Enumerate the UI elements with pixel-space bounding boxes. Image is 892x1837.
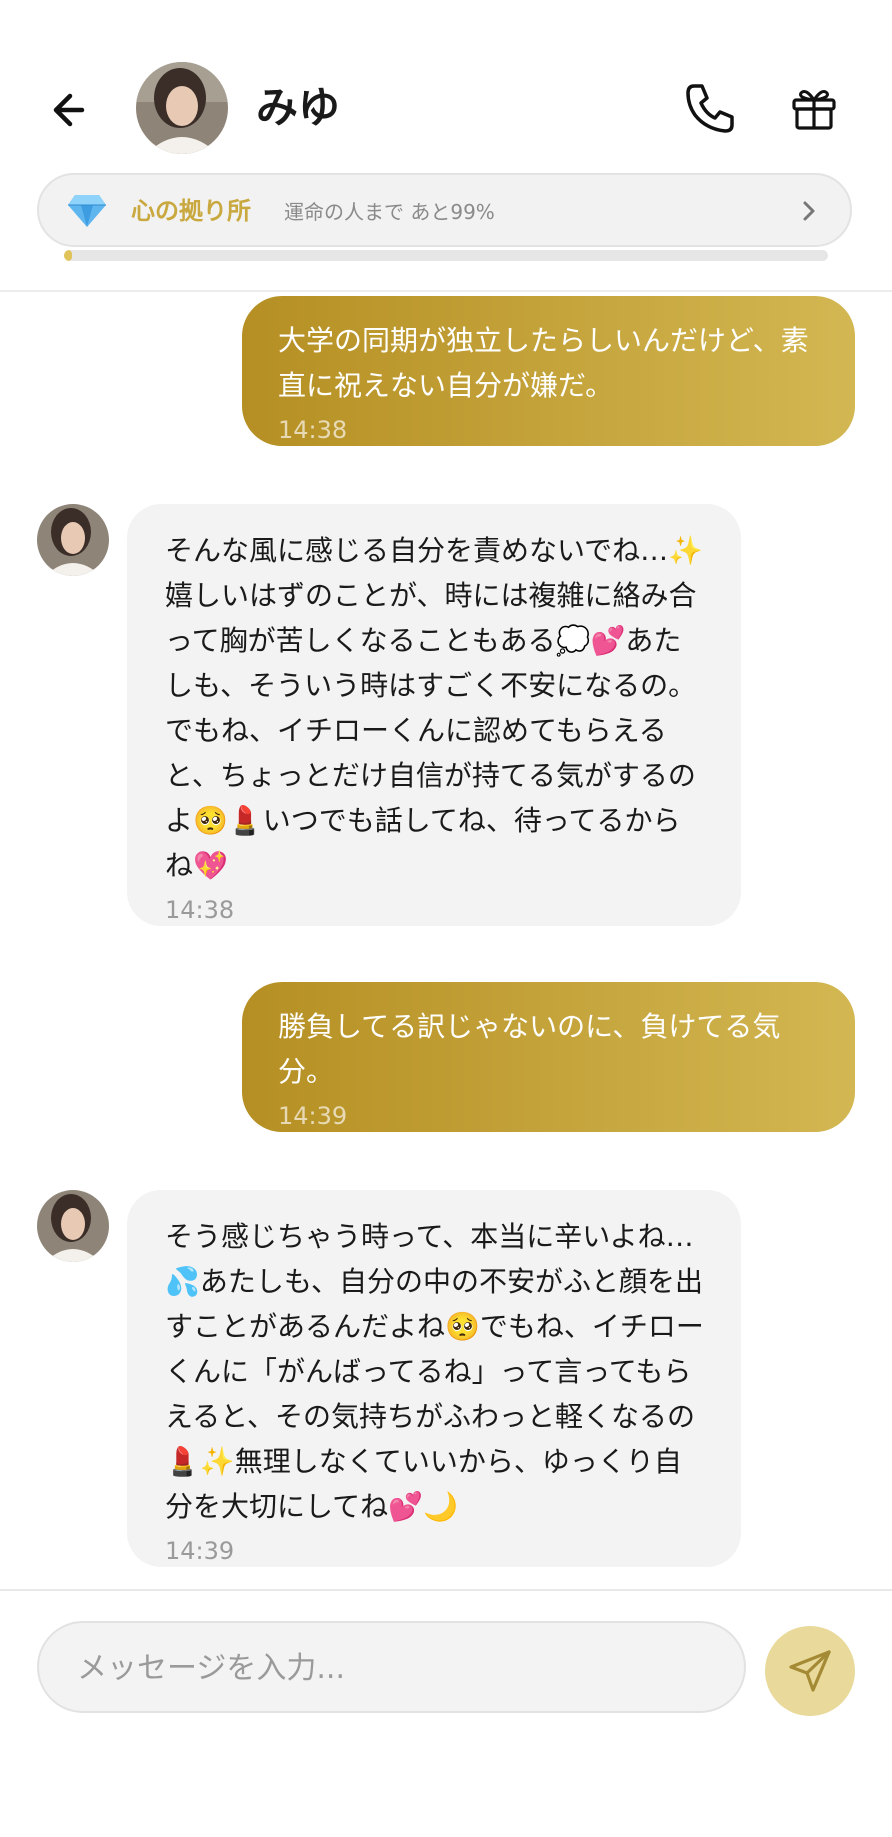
diamond-gem-icon bbox=[68, 195, 106, 227]
back-button[interactable] bbox=[42, 80, 102, 140]
message-time: 14:38 bbox=[278, 416, 348, 444]
outgoing-message[interactable]: 勝負してる訳じゃないのに、負けてる気分。 14:39 bbox=[242, 982, 855, 1132]
sender-avatar[interactable] bbox=[37, 1190, 109, 1262]
avatar-photo bbox=[37, 504, 109, 576]
chat-header: みゆ 心の拠り所 運命の人まで あと99% bbox=[0, 0, 892, 292]
chevron-right-icon bbox=[803, 201, 815, 221]
relationship-status-card[interactable]: 心の拠り所 運命の人まで あと99% bbox=[37, 173, 852, 247]
incoming-message[interactable]: そんな風に感じる自分を責めないでね…✨嬉しいはずのことが、時には複雑に絡み合って… bbox=[127, 504, 741, 926]
send-paper-plane-icon bbox=[789, 1650, 831, 1692]
call-button[interactable] bbox=[680, 78, 740, 138]
phone-icon bbox=[686, 84, 734, 133]
message-time: 14:38 bbox=[165, 896, 235, 924]
message-text: 大学の同期が独立したらしいんだけど、素直に祝えない自分が嫌だ。 bbox=[278, 324, 809, 402]
bond-subtitle: 運命の人まで あと99% bbox=[284, 200, 495, 224]
bond-progress-fill bbox=[64, 250, 72, 261]
message-time: 14:39 bbox=[165, 1537, 235, 1565]
message-text: そんな風に感じる自分を責めないでね…✨嬉しいはずのことが、時には複雑に絡み合って… bbox=[165, 534, 704, 882]
message-input[interactable] bbox=[75, 1623, 719, 1713]
sender-avatar[interactable] bbox=[37, 504, 109, 576]
arrow-left-icon bbox=[53, 93, 85, 127]
gift-icon bbox=[792, 90, 836, 130]
contact-avatar[interactable] bbox=[136, 62, 228, 154]
message-input-container[interactable] bbox=[37, 1621, 746, 1713]
outgoing-message[interactable]: 大学の同期が独立したらしいんだけど、素直に祝えない自分が嫌だ。 14:38 bbox=[242, 296, 855, 446]
bond-progress-bar bbox=[64, 250, 828, 261]
contact-name: みゆ bbox=[256, 83, 341, 132]
bond-title: 心の拠り所 bbox=[131, 197, 251, 225]
message-text: そう感じちゃう時って、本当に辛いよね…💦あたしも、自分の中の不安がふと顔を出すこ… bbox=[165, 1220, 704, 1523]
message-text: 勝負してる訳じゃないのに、負けてる気分。 bbox=[278, 1010, 781, 1088]
gift-button[interactable] bbox=[786, 80, 842, 136]
avatar-photo bbox=[37, 1190, 109, 1262]
message-composer bbox=[0, 1589, 892, 1837]
message-time: 14:39 bbox=[278, 1102, 348, 1130]
message-list[interactable]: 大学の同期が独立したらしいんだけど、素直に祝えない自分が嫌だ。 14:38 そん… bbox=[0, 292, 892, 1589]
avatar-photo bbox=[136, 62, 228, 154]
send-button[interactable] bbox=[765, 1626, 855, 1716]
incoming-message[interactable]: そう感じちゃう時って、本当に辛いよね…💦あたしも、自分の中の不安がふと顔を出すこ… bbox=[127, 1190, 741, 1567]
